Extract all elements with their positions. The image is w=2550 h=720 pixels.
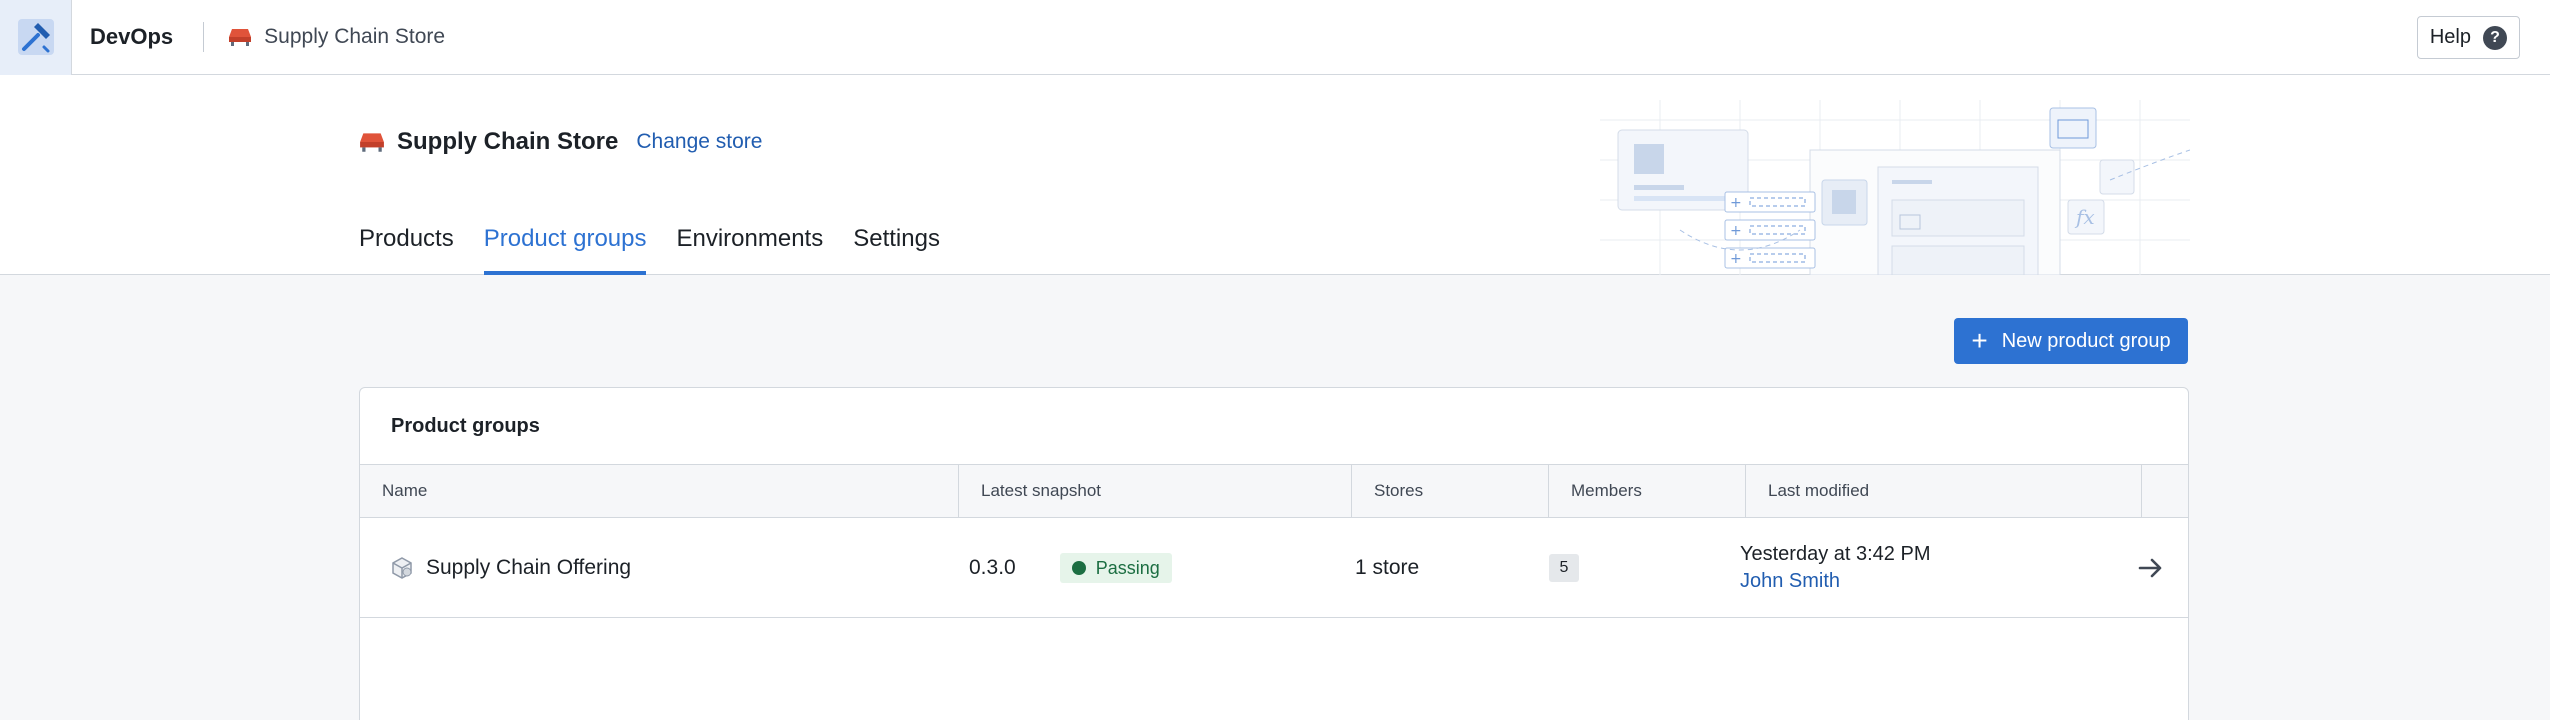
- row-name-cell: Supply Chain Offering: [390, 518, 631, 618]
- tab-product-groups[interactable]: Product groups: [483, 225, 646, 275]
- product-groups-card: Product groups Name Latest snapshot Stor…: [359, 387, 2189, 720]
- new-product-group-label: New product group: [2001, 329, 2171, 352]
- new-product-group-button[interactable]: + New product group: [1954, 318, 2188, 364]
- status-dot-icon: [1071, 561, 1086, 575]
- page-header: Supply Chain Store Change store Products…: [0, 75, 2550, 275]
- status-label: Passing: [1095, 557, 1160, 578]
- product-group-name[interactable]: Supply Chain Offering: [426, 556, 631, 580]
- tab-settings[interactable]: Settings: [853, 225, 940, 275]
- modified-time: Yesterday at 3:42 PM: [1740, 543, 1931, 565]
- help-button[interactable]: Help ?: [2416, 16, 2520, 59]
- svg-text:fx: fx: [2074, 205, 2095, 229]
- column-header-latest-snapshot[interactable]: Latest snapshot: [959, 465, 1352, 517]
- members-count: 5: [1549, 554, 1579, 582]
- row-open-cell[interactable]: [2138, 518, 2164, 618]
- product-group-icon: [392, 557, 412, 579]
- tab-environments[interactable]: Environments: [676, 225, 823, 275]
- arrow-right-icon[interactable]: [2138, 557, 2164, 579]
- row-snapshot-cell: 0.3.0 Passing: [969, 518, 1172, 618]
- snapshot-version: 0.3.0: [969, 556, 1016, 579]
- row-members-cell: 5: [1549, 518, 1579, 618]
- card-title: Product groups: [391, 415, 540, 437]
- tab-bar: Products Product groups Environments Set…: [359, 225, 970, 275]
- store-title: Supply Chain Store: [397, 128, 619, 155]
- table-row[interactable]: Supply Chain Offering 0.3.0 Passing 1 st…: [360, 518, 2188, 618]
- svg-text:+: +: [1730, 251, 1742, 267]
- header-illustration: + + + fx: [1600, 100, 2190, 275]
- column-header-actions: [2142, 465, 2188, 517]
- top-bar: DevOps Supply Chain Store Help ?: [0, 0, 2550, 75]
- column-header-last-modified[interactable]: Last modified: [1746, 465, 2142, 517]
- status-badge: Passing: [1059, 553, 1172, 583]
- store-icon: [229, 29, 252, 46]
- row-modified-cell: Yesterday at 3:42 PM John Smith: [1740, 518, 1931, 618]
- store-icon: [360, 133, 384, 152]
- app-name[interactable]: DevOps: [90, 24, 173, 50]
- row-stores-cell: 1 store: [1355, 518, 1419, 618]
- svg-text:+: +: [1730, 195, 1742, 211]
- column-header-members[interactable]: Members: [1549, 465, 1746, 517]
- help-label: Help: [2429, 26, 2471, 48]
- tab-products[interactable]: Products: [359, 225, 454, 275]
- devops-logo-icon[interactable]: [0, 0, 72, 75]
- divider: [203, 22, 205, 52]
- help-icon: ?: [2483, 25, 2507, 50]
- svg-text:+: +: [1730, 223, 1742, 239]
- store-title-row: Supply Chain Store Change store: [359, 128, 762, 156]
- breadcrumb-store[interactable]: Supply Chain Store: [228, 25, 445, 49]
- change-store-link[interactable]: Change store: [636, 130, 762, 154]
- table-header: Name Latest snapshot Stores Members Last…: [360, 464, 2188, 518]
- breadcrumb-store-label: Supply Chain Store: [264, 25, 446, 48]
- modified-by-link[interactable]: John Smith: [1740, 570, 1840, 593]
- column-header-stores[interactable]: Stores: [1352, 465, 1549, 517]
- plus-icon: +: [1971, 325, 1988, 356]
- stores-count: 1 store: [1355, 556, 1420, 579]
- column-header-name[interactable]: Name: [360, 465, 959, 517]
